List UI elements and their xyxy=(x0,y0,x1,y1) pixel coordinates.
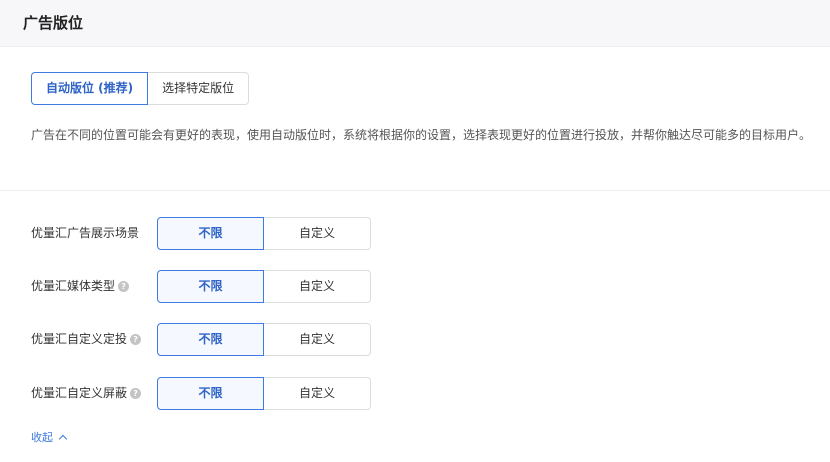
setting-label-text: 优量汇广告展示场景 xyxy=(31,226,140,240)
placement-description: 广告在不同的位置可能会有更好的表现，使用自动版位时，系统将根据你的设置，选择表现… xyxy=(31,128,812,142)
setting-label-text: 优量汇自定义定投 xyxy=(31,332,128,346)
section-divider xyxy=(0,190,830,191)
help-icon[interactable]: ? xyxy=(130,388,142,399)
page-title: 广告版位 xyxy=(23,14,84,32)
custom-block-toggle: 不限 自定义 xyxy=(157,377,371,410)
custom-target-toggle: 不限 自定义 xyxy=(157,323,371,356)
section-header: 广告版位 xyxy=(0,0,830,47)
scene-toggle: 不限 自定义 xyxy=(157,217,371,250)
chevron-up-icon xyxy=(58,434,68,443)
auto-placement-button[interactable]: 自动版位 (推荐) xyxy=(31,72,149,105)
custom-target-unlimited-button[interactable]: 不限 xyxy=(157,323,264,356)
scene-unlimited-button[interactable]: 不限 xyxy=(157,217,264,250)
custom-target-custom-button[interactable]: 自定义 xyxy=(264,323,371,356)
setting-label-text: 优量汇自定义屏蔽 xyxy=(31,386,128,400)
setting-label: 优量汇广告展示场景 xyxy=(31,217,139,250)
placement-mode-section xyxy=(0,47,830,191)
media-type-custom-button[interactable]: 自定义 xyxy=(264,270,371,303)
setting-label: 优量汇媒体类型 ? xyxy=(31,270,130,303)
setting-label: 优量汇自定义屏蔽 ? xyxy=(31,377,142,410)
media-type-toggle: 不限 自定义 xyxy=(157,270,371,303)
setting-label: 优量汇自定义定投 ? xyxy=(31,323,142,356)
help-icon[interactable]: ? xyxy=(118,281,130,292)
collapse-label: 收起 xyxy=(31,431,53,444)
scene-custom-button[interactable]: 自定义 xyxy=(264,217,371,250)
help-icon[interactable]: ? xyxy=(130,334,142,345)
custom-block-custom-button[interactable]: 自定义 xyxy=(264,377,371,410)
custom-block-unlimited-button[interactable]: 不限 xyxy=(157,377,264,410)
media-type-unlimited-button[interactable]: 不限 xyxy=(157,270,264,303)
specific-placement-button[interactable]: 选择特定版位 xyxy=(148,72,250,105)
placement-mode-toggle: 自动版位 (推荐) 选择特定版位 xyxy=(31,72,250,105)
setting-label-text: 优量汇媒体类型 xyxy=(31,279,116,293)
collapse-link[interactable]: 收起 xyxy=(31,429,68,445)
